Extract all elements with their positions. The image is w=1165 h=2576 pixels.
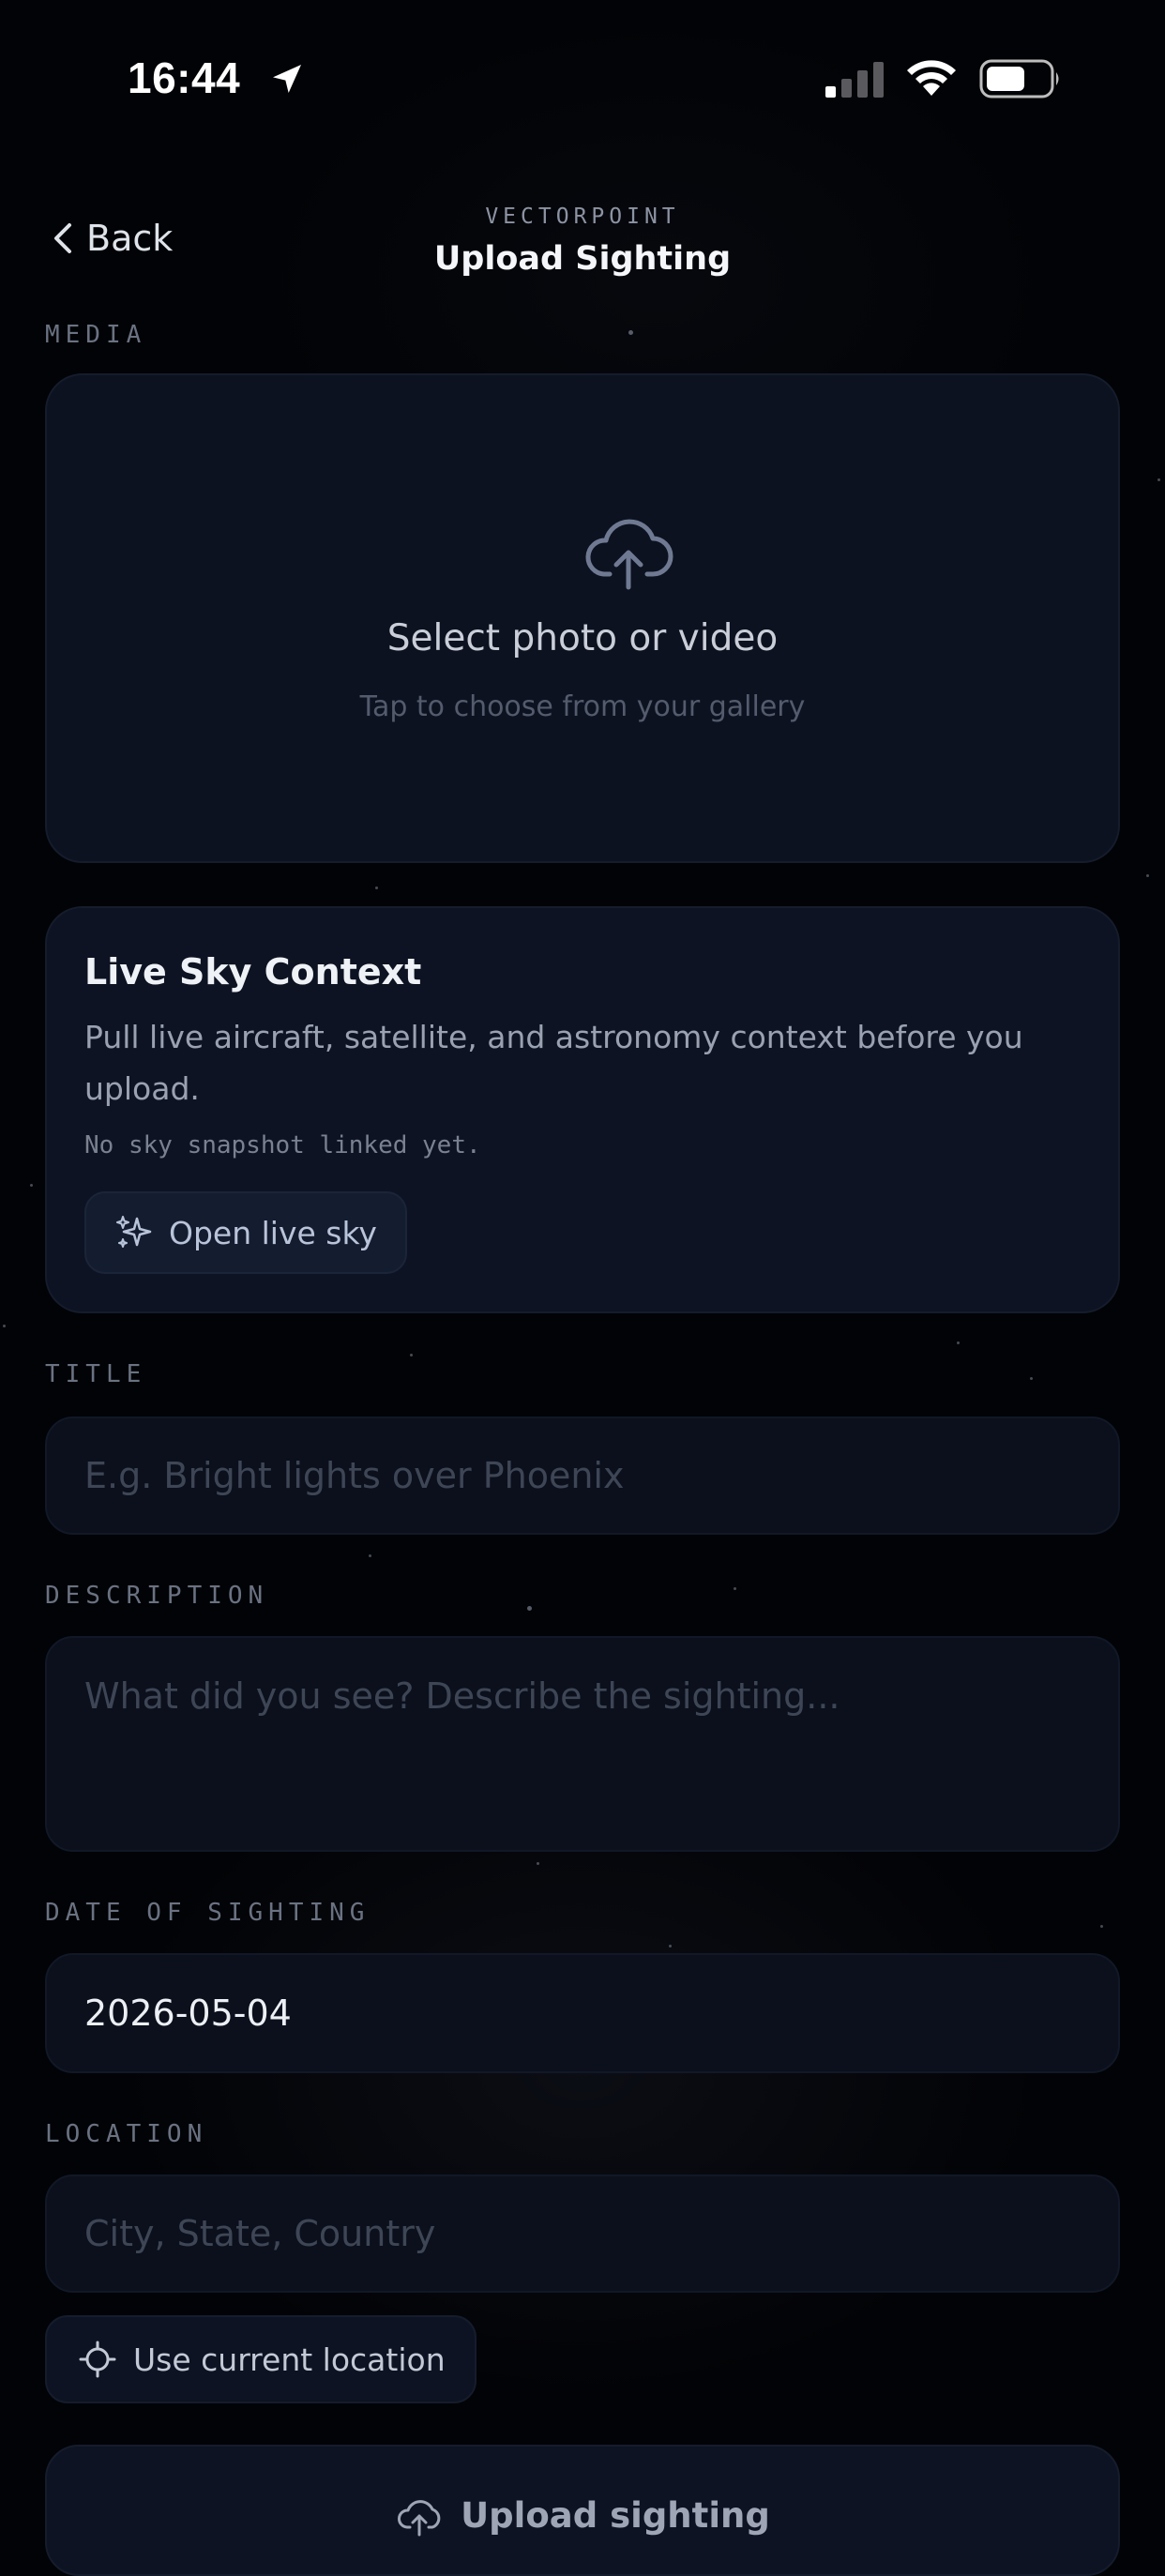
status-time: 16:44 bbox=[128, 53, 241, 102]
location-input[interactable]: City, State, Country bbox=[45, 2174, 1120, 2293]
live-sky-title: Live Sky Context bbox=[84, 951, 422, 993]
star bbox=[527, 1606, 532, 1611]
open-live-sky-button[interactable]: Open live sky bbox=[84, 1191, 407, 1274]
star bbox=[369, 1554, 371, 1557]
star bbox=[1157, 478, 1160, 481]
live-sky-card: Live Sky Context Pull live aircraft, sat… bbox=[45, 906, 1120, 1313]
cloud-upload-icon bbox=[398, 2500, 441, 2537]
star bbox=[410, 1354, 413, 1356]
location-arrow-icon bbox=[273, 65, 301, 93]
description-label: DESCRIPTION bbox=[45, 1582, 269, 1610]
description-placeholder: What did you see? Describe the sighting.… bbox=[84, 1675, 840, 1717]
wifi-icon bbox=[907, 60, 956, 96]
location-label: LOCATION bbox=[45, 2120, 208, 2148]
date-value: 2026-05-04 bbox=[84, 1993, 292, 2034]
media-label: MEDIA bbox=[45, 321, 147, 349]
date-label: DATE OF SIGHTING bbox=[45, 1899, 371, 1927]
sparkles-icon bbox=[116, 1216, 152, 1248]
sky-snapshot-status: No sky snapshot linked yet. bbox=[84, 1131, 481, 1159]
date-input[interactable]: 2026-05-04 bbox=[45, 1953, 1120, 2073]
crosshair-icon bbox=[79, 2341, 116, 2378]
star bbox=[375, 886, 378, 889]
cellular-signal-icon bbox=[825, 62, 884, 98]
title-label: TITLE bbox=[45, 1360, 147, 1388]
upload-sighting-label: Upload sighting bbox=[461, 2495, 770, 2536]
star bbox=[537, 1862, 539, 1865]
open-live-sky-label: Open live sky bbox=[169, 1214, 377, 1251]
media-picker[interactable]: Select photo or video Tap to choose from… bbox=[45, 373, 1120, 863]
upload-sighting-button[interactable]: Upload sighting bbox=[45, 2445, 1120, 2576]
media-title: Select photo or video bbox=[386, 617, 779, 659]
star bbox=[734, 1587, 736, 1590]
battery-icon bbox=[979, 59, 1059, 98]
live-sky-description: Pull live aircraft, satellite, and astro… bbox=[84, 1019, 1023, 1107]
star bbox=[1100, 1925, 1103, 1928]
star bbox=[1030, 1377, 1033, 1380]
use-current-location-label: Use current location bbox=[133, 2341, 446, 2378]
title-input[interactable]: E.g. Bright lights over Phoenix bbox=[45, 1417, 1120, 1535]
media-subtitle: Tap to choose from your gallery bbox=[359, 690, 806, 723]
star bbox=[628, 330, 633, 335]
star bbox=[30, 1184, 33, 1187]
star bbox=[669, 1945, 672, 1947]
title-placeholder: E.g. Bright lights over Phoenix bbox=[84, 1455, 625, 1496]
location-placeholder: City, State, Country bbox=[84, 2213, 436, 2254]
star bbox=[957, 1341, 960, 1344]
use-current-location-button[interactable]: Use current location bbox=[45, 2315, 477, 2403]
star bbox=[1146, 874, 1149, 877]
star bbox=[3, 1325, 6, 1327]
cloud-upload-icon bbox=[585, 519, 673, 590]
description-input[interactable]: What did you see? Describe the sighting.… bbox=[45, 1636, 1120, 1852]
page-title: Upload Sighting bbox=[433, 240, 732, 278]
app-eyebrow: VECTORPOINT bbox=[485, 205, 680, 229]
